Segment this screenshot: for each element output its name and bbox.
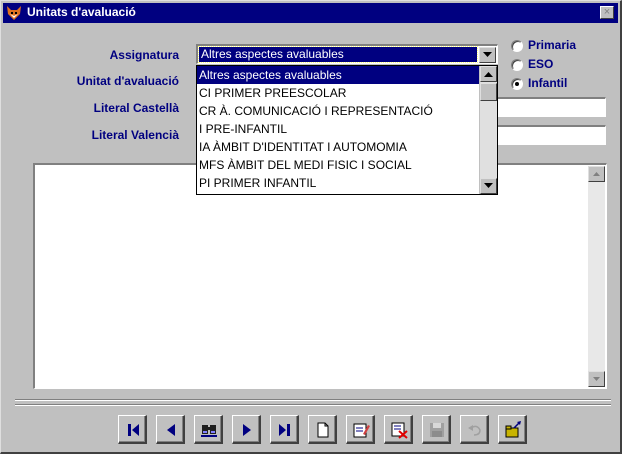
chevron-down-icon	[483, 52, 492, 57]
description-scrollbar[interactable]	[588, 166, 605, 387]
assignatura-label: Assignatura	[109, 48, 179, 62]
scroll-down-button[interactable]	[588, 371, 605, 387]
separator	[15, 404, 611, 406]
radio-infantil-label: Infantil	[528, 76, 568, 90]
undo-icon	[468, 425, 481, 436]
exit-folder-icon	[505, 421, 521, 438]
undo-button[interactable]	[460, 415, 489, 444]
next-record-icon	[243, 424, 251, 436]
fox-app-icon	[7, 6, 21, 20]
unitat-avaluacio-label: Unitat d'avaluació	[76, 74, 179, 88]
dropdown-item[interactable]: PI PRIMER INFANTIL	[197, 174, 479, 192]
first-record-icon	[128, 424, 139, 436]
assignatura-dropdown-list[interactable]: Altres aspectes avaluables CI PRIMER PRE…	[196, 65, 498, 195]
assignatura-selected-value: Altres aspectes avaluables	[198, 46, 478, 63]
radio-primaria[interactable]: Primaria	[511, 38, 611, 54]
binoculars-icon	[201, 425, 217, 437]
radio-selected-dot	[515, 82, 519, 86]
new-document-icon	[317, 422, 329, 438]
dropdown-item[interactable]: CR À. COMUNICACIÓ I REPRESENTACIÓ	[197, 102, 479, 120]
close-button[interactable]: ×	[600, 6, 614, 19]
literal-valencia-label: Literal Valencià	[91, 128, 179, 142]
last-record-icon	[279, 424, 290, 436]
combobox-dropdown-button[interactable]	[479, 47, 496, 63]
dropdown-scroll-up-button[interactable]	[480, 66, 497, 82]
dropdown-item[interactable]: CI PRIMER PREESCOLAR	[197, 84, 479, 102]
new-record-button[interactable]	[308, 415, 337, 444]
radio-infantil-circle[interactable]	[511, 78, 523, 90]
radio-infantil[interactable]: Infantil	[511, 76, 611, 92]
dropdown-scroll-thumb[interactable]	[480, 83, 497, 101]
dropdown-item[interactable]: Altres aspectes avaluables	[197, 66, 479, 84]
title-bar[interactable]: Unitats d'avaluació ×	[3, 3, 618, 23]
radio-eso-label: ESO	[528, 57, 554, 71]
radio-eso[interactable]: ESO	[511, 57, 611, 73]
scroll-down-icon	[484, 183, 493, 188]
first-record-button[interactable]	[118, 415, 147, 444]
edit-icon	[353, 423, 370, 438]
dropdown-item[interactable]: I PRE-INFANTIL	[197, 120, 479, 138]
previous-record-button[interactable]	[156, 415, 185, 444]
save-button[interactable]	[422, 415, 451, 444]
separator	[15, 399, 611, 401]
window-title: Unitats d'avaluació	[27, 5, 136, 19]
delete-record-button[interactable]	[384, 415, 413, 444]
scroll-down-icon	[593, 377, 600, 381]
dropdown-scroll-down-button[interactable]	[480, 178, 497, 194]
scroll-up-icon	[484, 72, 493, 77]
radio-primaria-label: Primaria	[528, 38, 577, 52]
close-icon: ×	[603, 6, 611, 18]
exit-button[interactable]	[498, 415, 527, 444]
dropdown-scrollbar[interactable]	[479, 66, 497, 194]
app-window: Unitats d'avaluació × Assignatura Unitat…	[0, 0, 622, 454]
assignatura-combobox[interactable]: Altres aspectes avaluables	[196, 44, 498, 64]
delete-icon	[391, 422, 408, 439]
dropdown-item[interactable]: IA ÀMBIT D'IDENTITAT I AUTOMOMIA	[197, 138, 479, 156]
radio-eso-circle[interactable]	[511, 59, 523, 71]
dropdown-item[interactable]: MFS ÀMBIT DEL MEDI FISIC I SOCIAL	[197, 156, 479, 174]
last-record-button[interactable]	[270, 415, 299, 444]
dropdown-items: Altres aspectes avaluables CI PRIMER PRE…	[197, 66, 479, 194]
radio-primaria-circle[interactable]	[511, 40, 523, 52]
scroll-up-button[interactable]	[588, 166, 605, 182]
description-textarea[interactable]	[33, 163, 607, 389]
literal-castella-label: Literal Castellà	[93, 101, 179, 115]
floppy-disk-icon	[430, 423, 444, 437]
next-record-button[interactable]	[232, 415, 261, 444]
find-button[interactable]	[194, 415, 223, 444]
edit-record-button[interactable]	[346, 415, 375, 444]
scroll-up-icon	[593, 172, 600, 176]
previous-record-icon	[167, 424, 175, 436]
